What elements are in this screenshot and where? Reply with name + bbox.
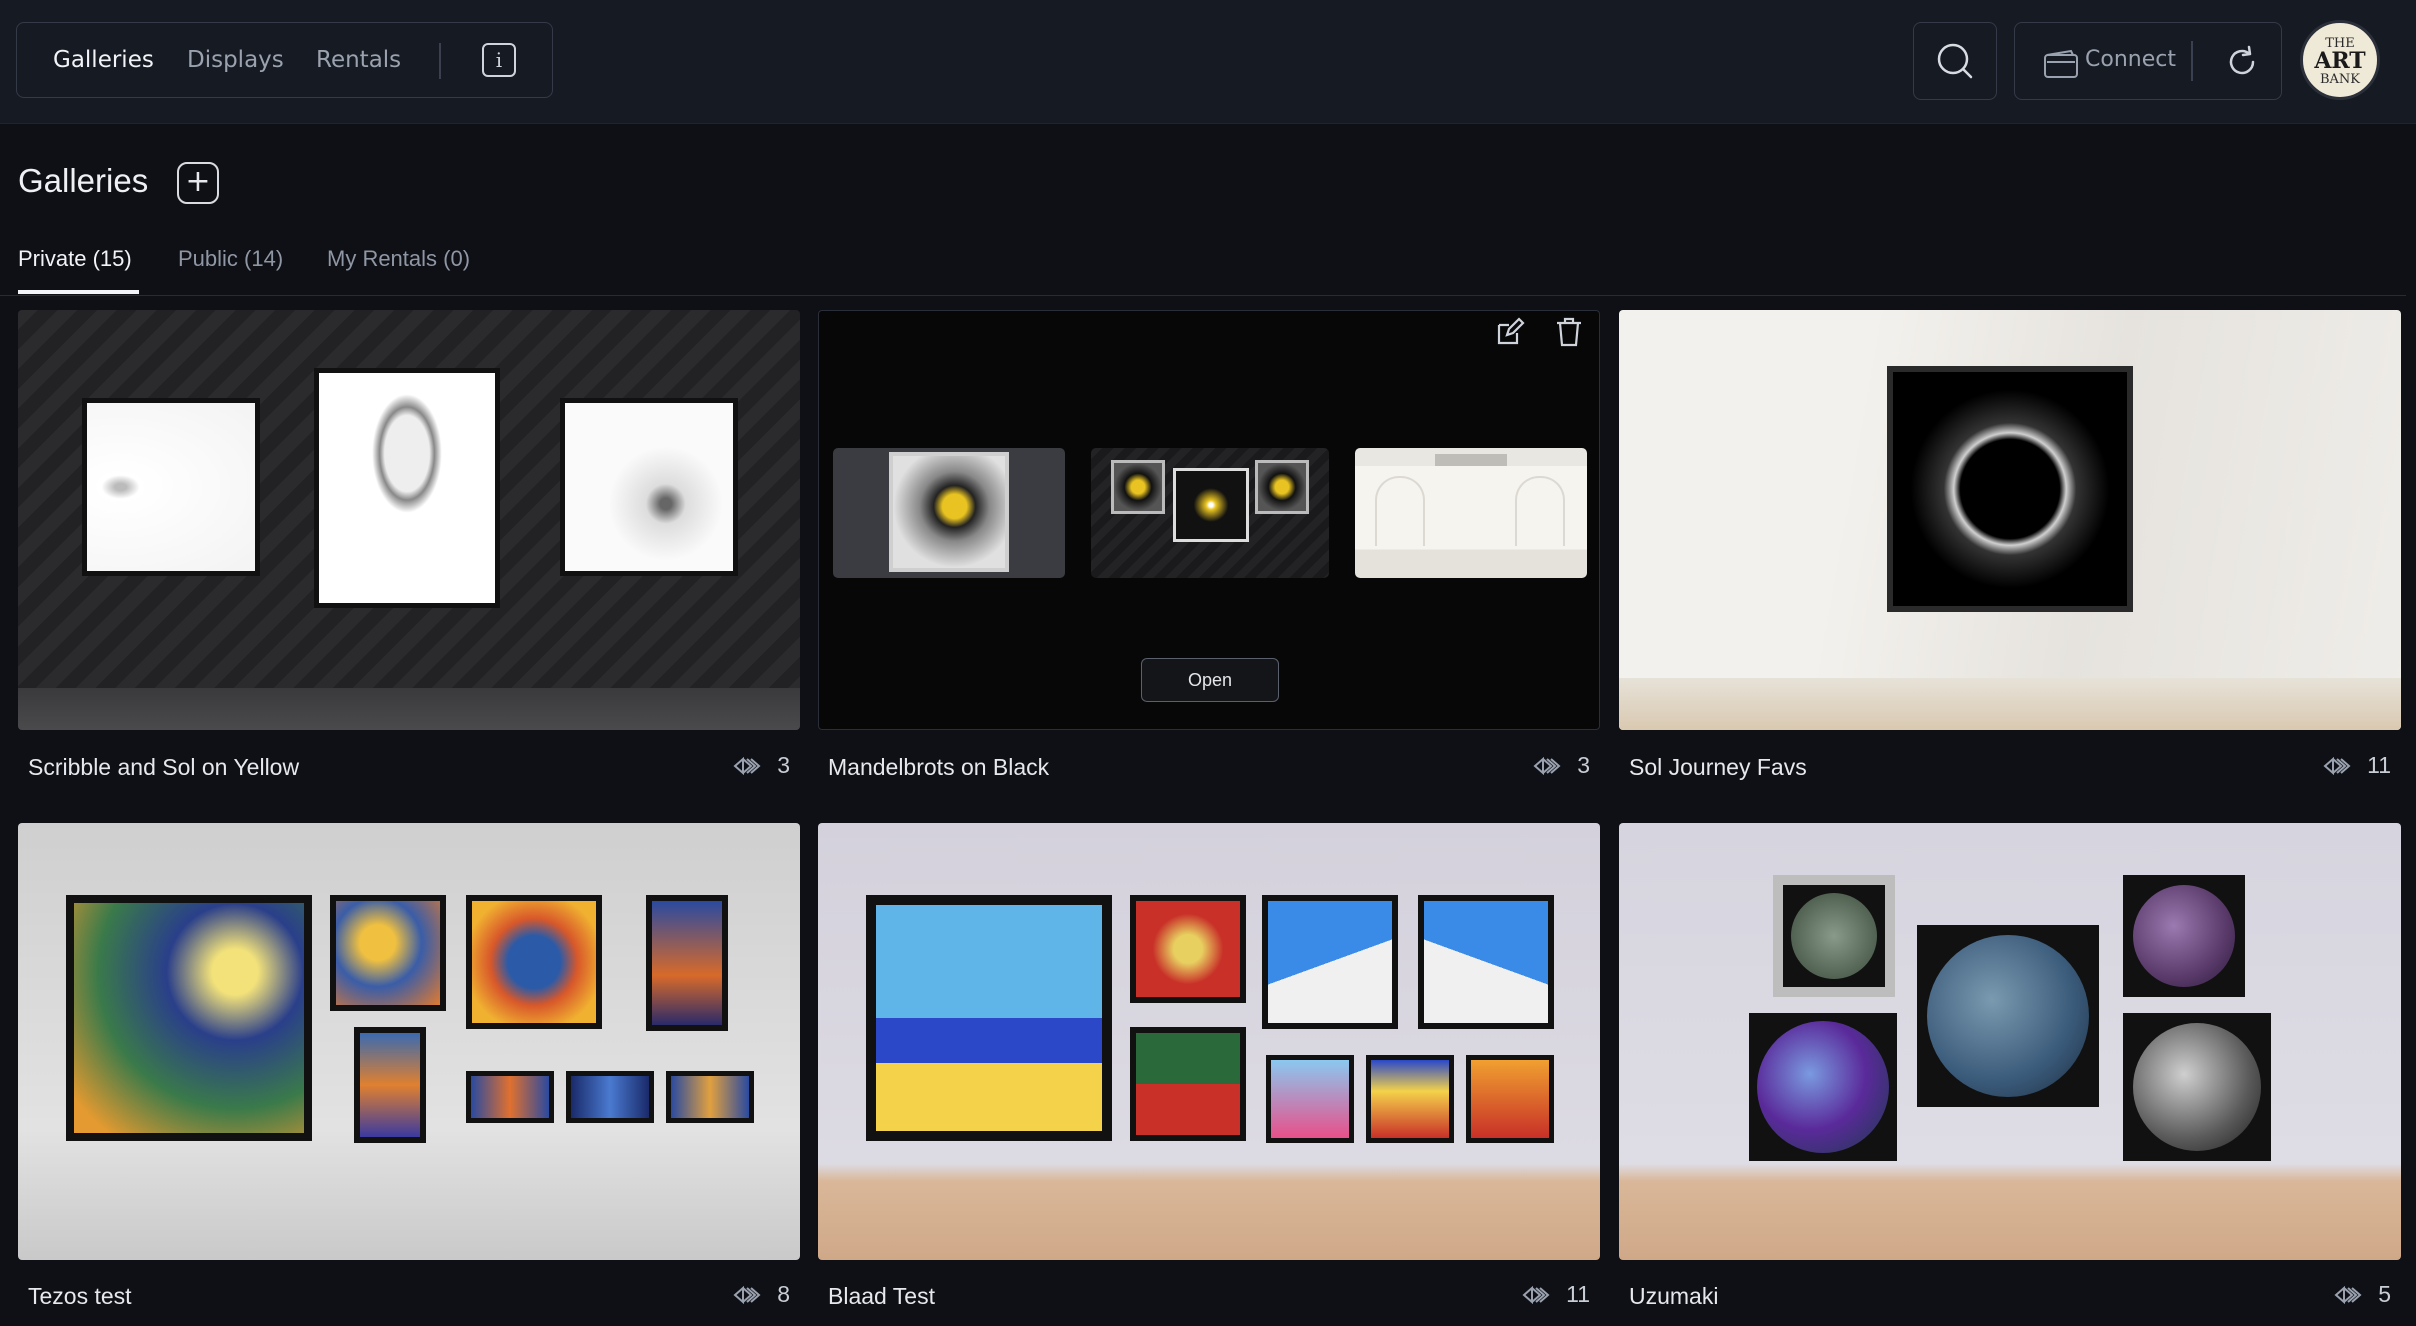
- gallery-thumbnail[interactable]: Open: [818, 310, 1600, 730]
- preview-option[interactable]: [1091, 448, 1329, 578]
- gallery-card[interactable]: Open Mandelbrots on Black 3: [818, 310, 1600, 790]
- artwork-frame: [1130, 1027, 1246, 1141]
- preview-option[interactable]: [1355, 448, 1587, 578]
- eye-icon: [1533, 756, 1561, 775]
- artwork-frame: [566, 1071, 654, 1123]
- gallery-card[interactable]: Uzumaki 5: [1619, 823, 2401, 1323]
- artwork-count: 11: [2367, 752, 2391, 778]
- connect-divider: [2191, 41, 2193, 81]
- artwork-frame: [560, 398, 738, 576]
- gallery-name: Blaad Test: [828, 1283, 935, 1309]
- gallery-card[interactable]: Sol Journey Favs 11: [1619, 310, 2401, 790]
- top-bar: Galleries Displays Rentals i Connect THE…: [0, 0, 2416, 124]
- artwork-count: 3: [1577, 752, 1590, 778]
- view-count: 11: [2323, 752, 2391, 779]
- active-tab-indicator: [18, 290, 139, 294]
- artwork-frame: [82, 398, 260, 576]
- artwork-frame: [1266, 1055, 1354, 1143]
- gallery-thumbnail[interactable]: [18, 310, 800, 730]
- view-count: 3: [1533, 752, 1590, 779]
- artwork-frame: [466, 895, 602, 1029]
- gallery-name: Scribble and Sol on Yellow: [28, 754, 300, 780]
- artwork-frame: [314, 368, 500, 608]
- svg-text:ART: ART: [2313, 48, 2366, 74]
- artwork-frame: [866, 895, 1112, 1141]
- gallery-thumbnail[interactable]: [818, 823, 1600, 1260]
- refresh-icon[interactable]: [2225, 45, 2259, 79]
- eye-icon: [1522, 1285, 1550, 1304]
- gallery-thumbnail[interactable]: [1619, 823, 2401, 1260]
- eye-icon: [2323, 756, 2351, 775]
- tab-my-rentals[interactable]: My Rentals (0): [327, 246, 470, 272]
- artwork-frame: [1466, 1055, 1554, 1143]
- preview-option[interactable]: [833, 448, 1065, 578]
- nav-displays[interactable]: Displays: [187, 47, 284, 73]
- page-title: Galleries: [18, 162, 149, 199]
- gallery-tabs: Private (15) Public (14) My Rentals (0): [0, 240, 2406, 296]
- view-count: 8: [733, 1281, 790, 1308]
- art-bank-logo: THE ART BANK: [2313, 36, 2366, 87]
- artwork-count: 3: [777, 752, 790, 778]
- artwork-frame: [2123, 1013, 2271, 1161]
- gallery-card[interactable]: Scribble and Sol on Yellow 3: [18, 310, 800, 790]
- tab-public[interactable]: Public (14): [178, 246, 283, 272]
- gallery-thumbnail[interactable]: [18, 823, 800, 1260]
- artwork-frame: [1773, 875, 1895, 997]
- gallery-card[interactable]: Tezos test 8: [18, 823, 800, 1323]
- wallet-icon: [2044, 49, 2078, 78]
- artwork-frame: [66, 895, 312, 1141]
- artwork-frame: [646, 895, 728, 1031]
- edit-icon[interactable]: [1493, 315, 1527, 349]
- svg-text:BANK: BANK: [2320, 72, 2360, 87]
- artwork-frame: [2123, 875, 2245, 997]
- gallery-card[interactable]: Blaad Test 11: [818, 823, 1600, 1323]
- artwork-count: 11: [1566, 1281, 1590, 1307]
- view-count: 3: [733, 752, 790, 779]
- nav-divider: [439, 43, 441, 79]
- avatar[interactable]: THE ART BANK: [2300, 20, 2380, 100]
- search-button[interactable]: [1913, 22, 1997, 100]
- gallery-name: Tezos test: [28, 1283, 132, 1309]
- artwork-count: 8: [777, 1281, 790, 1307]
- nav-galleries[interactable]: Galleries: [53, 47, 154, 73]
- view-count: 11: [1522, 1281, 1590, 1308]
- artwork-frame: [1749, 1013, 1897, 1161]
- add-gallery-button[interactable]: +: [177, 162, 219, 204]
- connect-button[interactable]: Connect: [2085, 47, 2176, 72]
- artwork-frame: [354, 1027, 426, 1143]
- gallery-name: Uzumaki: [1629, 1283, 1719, 1309]
- info-icon[interactable]: i: [482, 43, 516, 77]
- trash-icon[interactable]: [1553, 315, 1585, 349]
- artwork-frame: [466, 1071, 554, 1123]
- artwork-frame: [1418, 895, 1554, 1029]
- eye-icon: [733, 756, 761, 775]
- artwork-frame: [330, 895, 446, 1011]
- nav-rentals[interactable]: Rentals: [316, 47, 401, 73]
- eye-icon: [2334, 1285, 2362, 1304]
- search-icon: [1937, 43, 1973, 79]
- gallery-name: Sol Journey Favs: [1629, 754, 1807, 780]
- artwork-frame: [1366, 1055, 1454, 1143]
- main-nav: Galleries Displays Rentals i: [16, 22, 553, 98]
- open-button[interactable]: Open: [1141, 658, 1279, 702]
- artwork-frame: [1130, 895, 1246, 1003]
- view-count: 5: [2334, 1281, 2391, 1308]
- gallery-thumbnail[interactable]: [1619, 310, 2401, 730]
- artwork-frame: [1917, 925, 2099, 1107]
- artwork-frame: [666, 1071, 754, 1123]
- tab-private[interactable]: Private (15): [18, 246, 132, 272]
- connect-group: Connect: [2014, 22, 2282, 100]
- plus-icon: +: [185, 164, 211, 199]
- artwork-frame: [1262, 895, 1398, 1029]
- eye-icon: [733, 1285, 761, 1304]
- gallery-name: Mandelbrots on Black: [828, 754, 1050, 780]
- artwork-frame: [1887, 366, 2133, 612]
- artwork-count: 5: [2378, 1281, 2391, 1307]
